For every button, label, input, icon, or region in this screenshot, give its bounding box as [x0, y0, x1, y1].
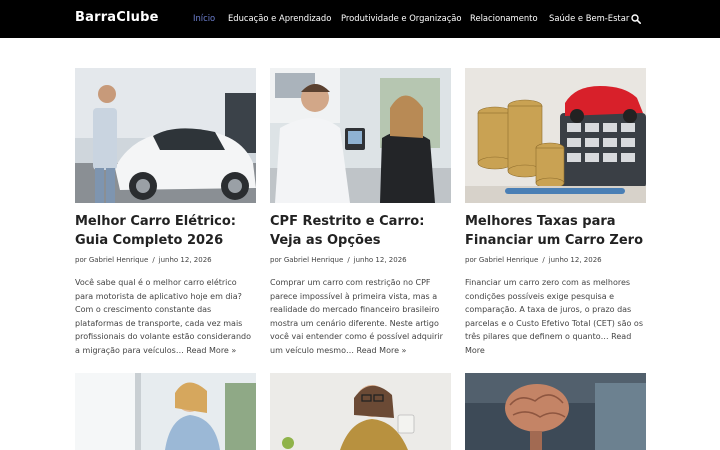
post-meta: por Gabriel Henrique / junho 12, 2026 — [75, 256, 212, 264]
read-more-link[interactable]: Read More » — [357, 346, 407, 355]
brain-model-image — [465, 373, 646, 450]
post-excerpt: Financiar um carro zero com as melhores … — [465, 278, 643, 355]
post-date: junho 12, 2026 — [158, 256, 212, 264]
nav-item-saude[interactable]: Saúde e Bem-Estar — [549, 13, 629, 23]
site-header: BarraClube Início Educação e Aprendizado… — [0, 0, 720, 38]
search-icon[interactable] — [631, 14, 641, 24]
post-thumbnail[interactable] — [465, 68, 646, 203]
post-thumbnail[interactable] — [270, 373, 451, 450]
post-author[interactable]: por Gabriel Henrique — [270, 256, 343, 264]
post-excerpt: Comprar um carro com restrição no CPF pa… — [270, 278, 443, 355]
post-date: junho 12, 2026 — [353, 256, 407, 264]
post-meta: por Gabriel Henrique / junho 12, 2026 — [270, 256, 407, 264]
electric-car-image — [75, 68, 256, 203]
post-card: Melhor Carro Elétrico: Guia Completo 202… — [75, 68, 256, 358]
post-author[interactable]: por Gabriel Henrique — [75, 256, 148, 264]
post-title[interactable]: Melhores Taxas para Financiar um Carro Z… — [465, 212, 646, 250]
post-title[interactable]: Melhor Carro Elétrico: Guia Completo 202… — [75, 212, 256, 250]
post-thumbnail[interactable] — [75, 68, 256, 203]
woman-laptop-image — [75, 373, 256, 450]
post-thumbnail[interactable] — [75, 373, 256, 450]
nav-item-inicio[interactable]: Início — [193, 13, 215, 23]
post-author[interactable]: por Gabriel Henrique — [465, 256, 538, 264]
post-date: junho 12, 2026 — [548, 256, 602, 264]
post-card: Melhores Taxas para Financiar um Carro Z… — [465, 68, 646, 358]
dealer-meeting-image — [270, 68, 451, 203]
nav-item-educacao[interactable]: Educação e Aprendizado — [228, 13, 331, 23]
coins-car-image — [465, 68, 646, 203]
nav-item-produtividade[interactable]: Produtividade e Organização — [341, 13, 462, 23]
post-meta: por Gabriel Henrique / junho 12, 2026 — [465, 256, 602, 264]
post-excerpt: Você sabe qual é o melhor carro elétrico… — [75, 278, 251, 355]
post-title[interactable]: CPF Restrito e Carro: Veja as Opções — [270, 212, 451, 250]
woman-coffee-image — [270, 373, 451, 450]
post-thumbnail[interactable] — [465, 373, 646, 450]
nav-item-relacionamento[interactable]: Relacionamento — [470, 13, 538, 23]
read-more-link[interactable]: Read More » — [186, 346, 236, 355]
site-logo[interactable]: BarraClube — [75, 10, 159, 25]
post-thumbnail[interactable] — [270, 68, 451, 203]
post-card: CPF Restrito e Carro: Veja as Opções por… — [270, 68, 451, 358]
